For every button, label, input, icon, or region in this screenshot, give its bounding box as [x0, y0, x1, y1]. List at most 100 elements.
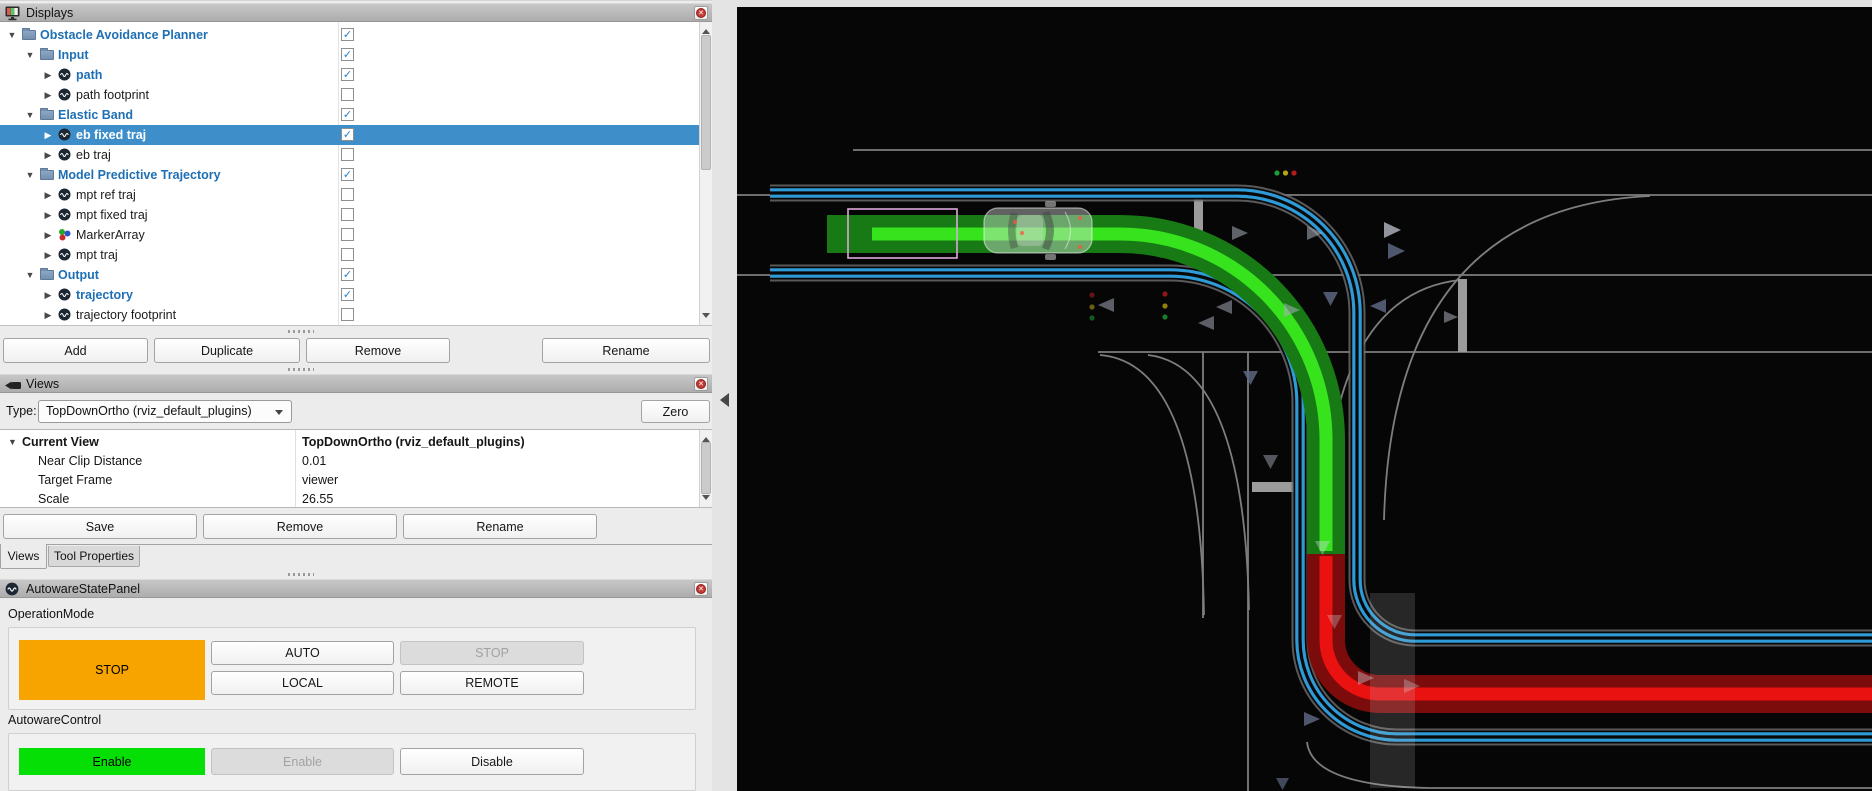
property-value[interactable]: 26.55: [302, 492, 692, 507]
expand-icon[interactable]: ▶: [42, 208, 54, 222]
expand-icon[interactable]: ▶: [42, 288, 54, 302]
operation-mode-state-button[interactable]: STOP: [19, 640, 205, 700]
expand-icon[interactable]: ▶: [42, 68, 54, 82]
auto-button[interactable]: AUTO: [211, 641, 394, 665]
visibility-checkbox[interactable]: [341, 248, 354, 261]
remove-view-button[interactable]: Remove: [203, 514, 397, 539]
display-tree-row[interactable]: ▶mpt ref traj: [0, 185, 699, 205]
collapse-icon[interactable]: ▼: [24, 48, 36, 62]
zero-button[interactable]: Zero: [641, 400, 710, 423]
visibility-checkbox[interactable]: [341, 148, 354, 161]
rename-button[interactable]: Rename: [542, 338, 710, 363]
expand-icon[interactable]: ▶: [42, 188, 54, 202]
collapse-icon[interactable]: ▼: [8, 437, 17, 447]
save-button[interactable]: Save: [3, 514, 197, 539]
disable-button[interactable]: Disable: [400, 748, 584, 775]
roof: [1017, 215, 1043, 246]
display-tree-row[interactable]: ▶mpt fixed traj: [0, 205, 699, 225]
local-button[interactable]: LOCAL: [211, 671, 394, 695]
expand-icon[interactable]: ▶: [42, 308, 54, 322]
collapse-icon[interactable]: ▼: [24, 108, 36, 122]
splitter-dots[interactable]: [288, 330, 314, 333]
scroll-up-icon[interactable]: [702, 433, 710, 442]
visibility-checkbox[interactable]: [341, 228, 354, 241]
table-row[interactable]: ▼ Current View TopDownOrtho (rviz_defaul…: [0, 433, 699, 452]
display-tree-row[interactable]: ▶trajectory footprint: [0, 305, 699, 325]
scroll-down-icon[interactable]: [702, 495, 710, 504]
scroll-down-icon[interactable]: [702, 313, 710, 322]
table-row[interactable]: Scale 26.55: [0, 490, 699, 508]
display-tree-row[interactable]: ▼Model Predictive Trajectory✓: [0, 165, 699, 185]
close-icon[interactable]: ✕: [694, 6, 708, 20]
collapse-icon[interactable]: ▼: [24, 268, 36, 282]
collapse-icon[interactable]: ▼: [6, 28, 18, 42]
expand-icon[interactable]: ▶: [42, 88, 54, 102]
tab-views[interactable]: Views: [0, 544, 47, 569]
property-value[interactable]: 0.01: [302, 454, 692, 469]
close-icon[interactable]: ✕: [694, 377, 708, 391]
display-tree-row[interactable]: ▶trajectory✓: [0, 285, 699, 305]
collapse-left-icon[interactable]: [720, 393, 729, 407]
display-name: Output: [58, 267, 99, 283]
scroll-up-icon[interactable]: [702, 25, 710, 34]
visibility-checkbox[interactable]: ✓: [341, 268, 354, 281]
splitter-dots[interactable]: [288, 573, 314, 576]
visibility-checkbox[interactable]: ✓: [341, 68, 354, 81]
autoware-state-panel-header[interactable]: AutowareStatePanel ✕: [0, 579, 712, 598]
scrollbar-thumb[interactable]: [701, 442, 711, 494]
3d-scene-canvas[interactable]: [737, 0, 1872, 791]
tree-scrollbar[interactable]: [699, 22, 712, 325]
tab-tool-properties[interactable]: Tool Properties: [48, 546, 140, 567]
visibility-checkbox[interactable]: ✓: [341, 128, 354, 141]
add-button[interactable]: Add: [3, 338, 148, 363]
visibility-checkbox[interactable]: [341, 188, 354, 201]
property-value[interactable]: TopDownOrtho (rviz_default_plugins): [302, 435, 692, 450]
display-tree-row[interactable]: ▼Input✓: [0, 45, 699, 65]
visibility-checkbox[interactable]: [341, 208, 354, 221]
remote-button[interactable]: REMOTE: [400, 671, 584, 695]
display-tree-row[interactable]: ▼ Output ✓: [0, 265, 699, 285]
visibility-checkbox[interactable]: ✓: [341, 168, 354, 181]
close-icon[interactable]: ✕: [694, 582, 708, 596]
expand-icon[interactable]: ▶: [42, 248, 54, 262]
display-tree-row[interactable]: ▶eb traj: [0, 145, 699, 165]
property-value[interactable]: viewer: [302, 473, 692, 488]
visibility-checkbox[interactable]: ✓: [341, 288, 354, 301]
table-row[interactable]: Near Clip Distance 0.01: [0, 452, 699, 471]
display-tree-row[interactable]: ▼Elastic Band✓: [0, 105, 699, 125]
displays-panel-header[interactable]: Displays ✕: [0, 3, 712, 22]
table-scrollbar[interactable]: [699, 430, 712, 507]
display-tree-row[interactable]: ▶eb fixed traj✓: [0, 125, 699, 145]
dock-splitter[interactable]: [712, 0, 737, 791]
collapse-icon[interactable]: ▼: [24, 168, 36, 182]
display-tree-row[interactable]: ▶path footprint: [0, 85, 699, 105]
expand-icon[interactable]: ▶: [42, 148, 54, 162]
display-tree-row[interactable]: ▼Obstacle Avoidance Planner✓: [0, 25, 699, 45]
views-panel-header[interactable]: Views ✕: [0, 374, 712, 393]
table-row[interactable]: Target Frame viewer: [0, 471, 699, 490]
remove-button[interactable]: Remove: [306, 338, 450, 363]
visibility-checkbox[interactable]: [341, 88, 354, 101]
view-properties-table[interactable]: ▼ Current View TopDownOrtho (rviz_defaul…: [0, 429, 712, 508]
rename-view-button[interactable]: Rename: [403, 514, 597, 539]
visibility-checkbox[interactable]: ✓: [341, 48, 354, 61]
expand-icon[interactable]: ▶: [42, 128, 54, 142]
duplicate-button[interactable]: Duplicate: [154, 338, 300, 363]
folder-icon: [40, 170, 54, 180]
scrollbar-thumb[interactable]: [701, 35, 711, 170]
type-label: Type:: [6, 404, 37, 418]
visibility-checkbox[interactable]: [341, 308, 354, 321]
visibility-checkbox[interactable]: ✓: [341, 108, 354, 121]
display-tree[interactable]: ▼Obstacle Avoidance Planner✓▼Input✓▶path…: [0, 22, 712, 326]
splitter-dots[interactable]: [288, 368, 314, 371]
display-tree-row[interactable]: ▶mpt traj: [0, 245, 699, 265]
view-type-dropdown[interactable]: TopDownOrtho (rviz_default_plugins): [38, 400, 292, 423]
expand-icon[interactable]: ▶: [42, 228, 54, 242]
render-viewport[interactable]: [737, 0, 1872, 791]
stop-button[interactable]: STOP: [400, 641, 584, 665]
visibility-checkbox[interactable]: ✓: [341, 28, 354, 41]
display-tree-row[interactable]: ▶path✓: [0, 65, 699, 85]
display-tree-row[interactable]: ▶MarkerArray: [0, 225, 699, 245]
enable-button[interactable]: Enable: [211, 748, 394, 775]
autoware-control-state-button[interactable]: Enable: [19, 748, 205, 775]
